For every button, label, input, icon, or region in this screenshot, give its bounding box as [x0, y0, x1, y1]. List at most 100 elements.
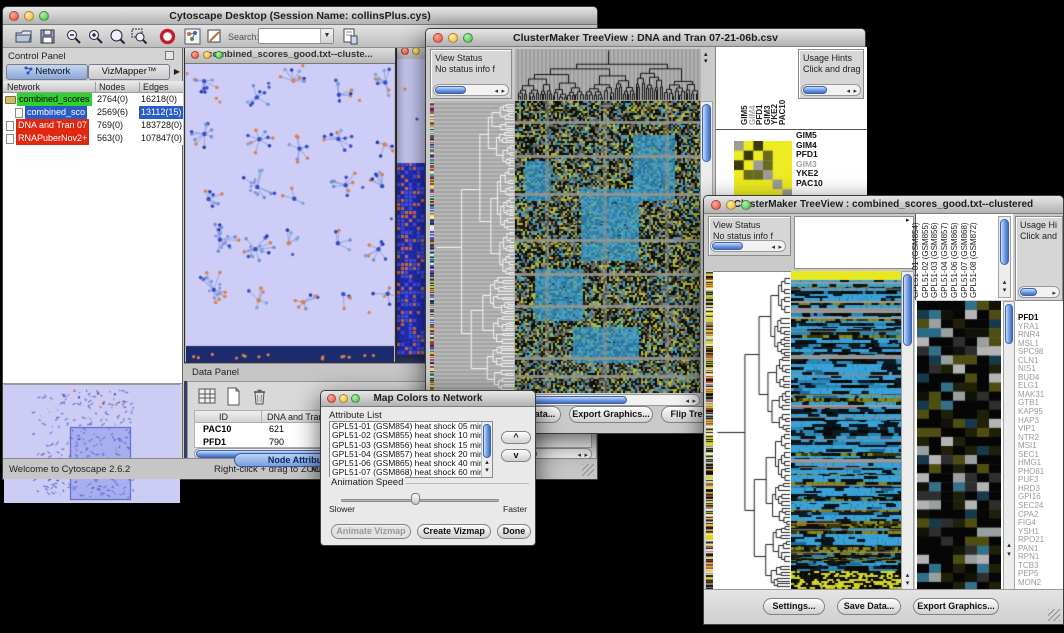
save-icon[interactable] [39, 28, 56, 45]
network-edges: 107847(0) [139, 132, 183, 145]
animate-vizmap-button[interactable]: Animate Vizmap [331, 524, 411, 539]
network-overview-thumbnail[interactable] [4, 384, 180, 503]
treeview-button[interactable]: Export Graphics... [569, 406, 653, 423]
move-down-button[interactable]: v [501, 449, 531, 462]
network-row[interactable]: RNAPuberNov2+563(0)107847(0) [3, 132, 183, 145]
animation-speed-slider-thumb[interactable] [411, 493, 420, 505]
create-vizmap-button[interactable]: Create Vizmap [417, 524, 491, 539]
close-ic[interactable] [9, 11, 19, 21]
view-status-panel: View StatusNo status info f ◂▸ [430, 49, 512, 99]
close-ic[interactable] [327, 394, 336, 403]
treeview-window-combined: ClusterMaker TreeView : combined_scores_… [703, 195, 1064, 625]
network-edges: 183728(0) [139, 119, 183, 132]
treeview-button[interactable]: Settings... [763, 598, 825, 615]
zoom-out-icon[interactable] [65, 28, 82, 45]
close-ic[interactable] [433, 33, 443, 43]
resize-grip[interactable] [582, 464, 594, 476]
zoom-ic[interactable] [215, 51, 223, 59]
network-table-body: combined_scores2764(0)16218(0)combined_s… [3, 93, 183, 145]
zoom-ic[interactable] [463, 33, 473, 43]
trash-icon[interactable] [250, 387, 269, 406]
search-label: Search: [228, 32, 259, 42]
treeview-button[interactable]: Export Graphics... [913, 598, 999, 615]
treeview-b-global-heatmap[interactable] [791, 271, 901, 591]
move-up-button[interactable]: ^ [501, 431, 531, 444]
zoom-selected-icon[interactable] [131, 28, 148, 45]
attribute-listbox[interactable]: GPL51-01 (GSM854) heat shock 05 minGPL51… [329, 421, 493, 478]
zoom-ic[interactable] [351, 394, 360, 403]
network-table-header: Network Nodes Edges [3, 81, 183, 93]
treeview-b-zoom-heatmap[interactable] [917, 301, 1001, 591]
open-folder-icon[interactable] [15, 28, 32, 45]
minimize-ic[interactable] [24, 11, 34, 21]
usage-hints-scrollbar[interactable]: ▸ [1018, 286, 1060, 298]
treeview-a-column-labels: GIM5GIM4PFD1GIM3YKE2PAC10 [749, 53, 795, 125]
view-status-scrollbar[interactable]: ◂▸ [710, 240, 786, 252]
row-dendrogram[interactable] [434, 101, 515, 393]
treeview-button[interactable]: Save Data... [837, 598, 901, 615]
document-icon [6, 121, 14, 131]
minimize-ic[interactable] [726, 200, 736, 210]
tab-network[interactable]: Network [6, 64, 88, 80]
dialog-titlebar[interactable]: Map Colors to Network [321, 391, 535, 407]
document-icon [15, 108, 23, 118]
network-row[interactable]: DNA and Tran 07769(0)183728(0) [3, 119, 183, 132]
annotation-icon[interactable] [206, 28, 223, 45]
network-view-titlebar[interactable]: combined_scores_good.txt--cluste... [185, 48, 395, 64]
usage-hints-scrollbar[interactable]: ◂▸ [801, 84, 861, 96]
tab-vizmapper[interactable]: VizMapper™ [88, 64, 170, 80]
vizmap-shortcut-icon[interactable] [184, 28, 201, 45]
zoom-ic[interactable] [741, 200, 751, 210]
column-dendrogram[interactable] [515, 49, 701, 101]
network-nodes: 2569(6) [95, 106, 139, 119]
listbox-vscrollbar[interactable]: ▴▾ [481, 422, 492, 477]
main-title-bar[interactable]: Cytoscape Desktop (Session Name: collins… [3, 7, 597, 25]
background-network-canvas[interactable] [397, 59, 428, 355]
zoom-fit-icon[interactable] [109, 28, 126, 45]
network-graph-canvas[interactable] [186, 64, 394, 362]
column-label: GPL51-03 (GSM856) [931, 222, 939, 298]
control-panel-title: Control Panel [8, 51, 66, 62]
row-dendrogram[interactable] [713, 271, 791, 592]
heatmap-hscrollbar[interactable]: ◂▸ [515, 394, 700, 406]
network-row[interactable]: combined_scores2764(0)16218(0) [3, 93, 183, 106]
nav-arrow-icon[interactable]: ▴▾ [704, 51, 708, 65]
close-ic[interactable] [711, 200, 721, 210]
table-icon[interactable] [198, 387, 217, 406]
treeview-a-global-heatmap[interactable] [515, 101, 700, 393]
search-input[interactable]: ▼ [258, 28, 334, 44]
network-row[interactable]: combined_sco2569(6)13112(15) [3, 106, 183, 119]
resize-grip[interactable] [1048, 609, 1060, 621]
close-ic[interactable] [191, 51, 199, 59]
heatmap-vscrollbar[interactable]: ▴▾ [901, 271, 914, 591]
view-status-scrollbar[interactable]: ◂▸ [433, 84, 509, 96]
done-button[interactable]: Done [497, 524, 531, 539]
slower-label: Slower [329, 504, 355, 514]
minimize-ic[interactable] [339, 394, 348, 403]
network-name: combined_scores [17, 93, 92, 106]
treeview-a-titlebar[interactable]: ClusterMaker TreeView : DNA and Tran 07-… [426, 29, 865, 47]
zoom-in-icon[interactable] [87, 28, 104, 45]
color-strip [706, 271, 713, 591]
help-ring-icon[interactable] [159, 28, 176, 45]
network-view-window[interactable]: combined_scores_good.txt--cluste... [184, 48, 396, 363]
col-label-vscrollbar[interactable]: ▴▾ [998, 216, 1011, 298]
tab-overflow-arrow[interactable]: ▶ [174, 67, 180, 76]
faster-label: Faster [503, 504, 527, 514]
treeview-a-zoom-heatmap[interactable] [734, 141, 792, 199]
chevron-down-icon[interactable]: ▼ [320, 29, 333, 43]
attribute-batch-icon[interactable] [342, 28, 359, 45]
float-panel-icon[interactable] [165, 51, 174, 60]
treeview-b-titlebar[interactable]: ClusterMaker TreeView : combined_scores_… [704, 196, 1063, 214]
minimize-ic[interactable] [203, 51, 211, 59]
minimize-ic[interactable] [448, 33, 458, 43]
row-label: PAC10 [796, 179, 823, 189]
nav-arrow-icon[interactable]: ▸ [906, 217, 910, 224]
animation-speed-slider-track[interactable] [341, 499, 499, 502]
column-tree-area [794, 216, 914, 269]
zoom-window-ic[interactable] [39, 11, 49, 21]
network-nodes: 2764(0) [95, 93, 139, 106]
gene-list-vscrollbar[interactable]: ▴▾ [1003, 301, 1015, 591]
new-document-icon[interactable] [224, 387, 243, 406]
status-welcome: Welcome to Cytoscape 2.6.2 [9, 464, 130, 475]
